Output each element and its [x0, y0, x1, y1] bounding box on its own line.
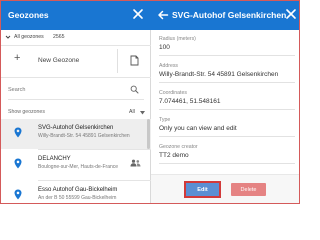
geozones-title: Geozones [8, 10, 49, 20]
geozone-detail-panel: SVG-Autohof Gelsenkirchen Radius (meters… [151, 1, 299, 203]
field-label: Radius (meters) [159, 36, 196, 42]
close-icon[interactable] [132, 8, 144, 20]
divider [159, 136, 295, 137]
field-value: 7.074461, 51.548161 [159, 98, 221, 105]
creator-field: Geozone creator TT2 demo [151, 141, 299, 165]
detail-footer: Edit Delete [151, 174, 299, 203]
geozone-address: Willy-Brandt-Str. 54 45891 Gelsenkirchen [38, 133, 130, 139]
divider [159, 163, 295, 164]
field-value: Only you can view and edit [159, 125, 237, 132]
divider [1, 77, 151, 78]
show-geozones-value: All [129, 109, 135, 115]
field-label: Coordinates [159, 90, 187, 96]
location-pin-icon [14, 189, 22, 200]
plus-icon: + [14, 52, 21, 64]
show-geozones-label: Show geozones [8, 109, 45, 115]
filter-label: All geozones [14, 34, 44, 40]
field-label: Address [159, 63, 179, 69]
detail-header: SVG-Autohof Gelsenkirchen [151, 1, 299, 30]
location-pin-icon [14, 158, 22, 169]
search-input[interactable] [8, 84, 126, 96]
field-value: Willy-Brandt-Str. 54 45891 Gelsenkirchen [159, 71, 279, 78]
geozone-name: Esso Autohof Gau-Bickelheim [38, 187, 118, 193]
app-window: Geozones All geozones 2565 + New Geozone [0, 0, 300, 204]
geozone-count: 2565 [53, 34, 65, 40]
search-icon[interactable] [130, 85, 139, 94]
delete-button[interactable]: Delete [231, 183, 266, 196]
divider [159, 82, 295, 83]
scrollbar[interactable] [147, 119, 150, 149]
document-icon[interactable] [130, 55, 139, 66]
location-pin-icon [14, 127, 22, 138]
divider [117, 49, 118, 73]
geozone-list-item[interactable]: DELANCHY Boulogne-sur-Mer, Hauts-de-Fran… [1, 150, 151, 180]
geozone-name: SVG-Autohof Gelsenkirchen [38, 125, 114, 131]
geozone-address: An der B 50 55599 Gau-Bickelheim [38, 195, 117, 201]
field-label: Geozone creator [159, 144, 198, 150]
divider [8, 99, 144, 100]
detail-title: SVG-Autohof Gelsenkirchen [172, 10, 287, 20]
divider [159, 109, 295, 110]
field-value: TT2 demo [159, 152, 189, 159]
edit-button[interactable]: Edit [184, 181, 221, 198]
dropdown-arrow-icon [140, 111, 145, 115]
geozone-name: DELANCHY [38, 156, 71, 162]
geozones-header: Geozones [1, 1, 151, 30]
people-icon [130, 159, 141, 167]
geozone-filter-dropdown[interactable]: All geozones 2565 [1, 31, 151, 45]
geozone-list-item[interactable]: Esso Autohof Gau-Bickelheim An der B 50 … [1, 181, 151, 203]
new-geozone-label: New Geozone [38, 57, 80, 64]
new-geozone-button[interactable]: + New Geozone [1, 46, 151, 76]
close-icon[interactable] [285, 8, 297, 20]
geozone-list-item[interactable]: SVG-Autohof Gelsenkirchen Willy-Brandt-S… [1, 119, 151, 149]
search-bar [1, 81, 151, 99]
coordinates-field: Coordinates 7.074461, 51.548161 [151, 87, 299, 111]
divider [159, 55, 295, 56]
radius-field: Radius (meters) 100 [151, 33, 299, 57]
back-arrow-icon[interactable] [157, 9, 169, 21]
field-label: Type [159, 117, 171, 123]
field-value: 100 [159, 44, 170, 51]
geozones-list-panel: Geozones All geozones 2565 + New Geozone [1, 1, 151, 203]
chevron-down-icon [5, 35, 11, 39]
address-field: Address Willy-Brandt-Str. 54 45891 Gelse… [151, 60, 299, 84]
geozone-address: Boulogne-sur-Mer, Hauts-de-France [38, 164, 119, 170]
show-geozones-select[interactable]: Show geozones All [1, 106, 151, 118]
type-field: Type Only you can view and edit [151, 114, 299, 138]
